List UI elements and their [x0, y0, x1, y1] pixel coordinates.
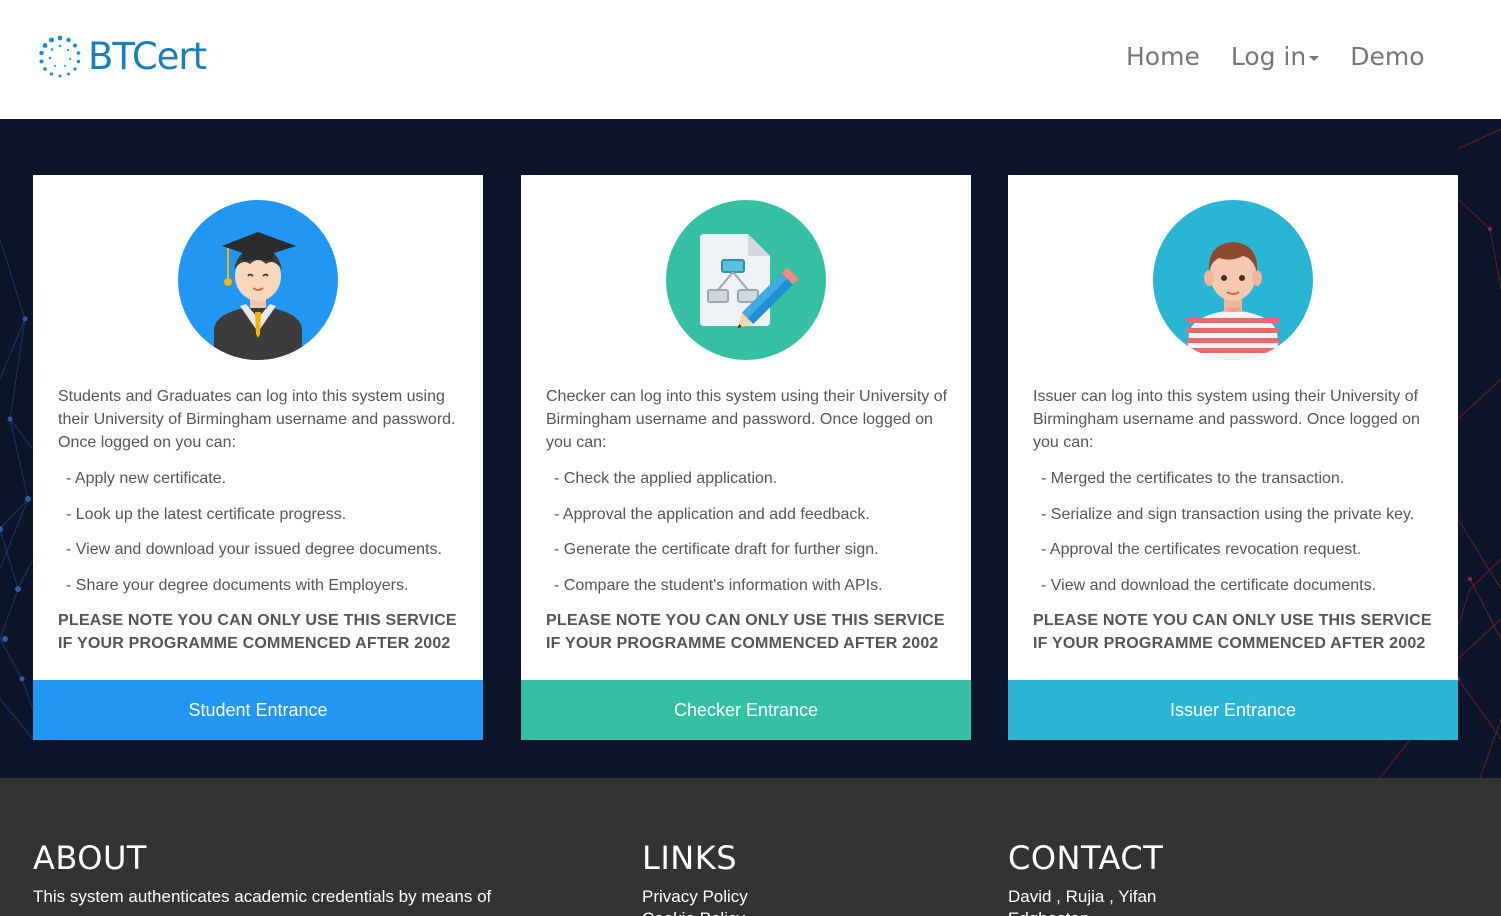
footer-about-title: ABOUT — [33, 839, 147, 877]
privacy-policy-link[interactable]: Privacy Policy — [642, 886, 942, 908]
list-item: - View and download your issued degree d… — [66, 541, 442, 558]
list-item: - Serialize and sign transaction using t… — [1041, 505, 1415, 523]
nav-demo-link[interactable]: Demo — [1350, 40, 1424, 74]
list-item: - Apply new certificate. — [66, 470, 227, 487]
document-edit-icon — [700, 234, 799, 329]
footer-contact-extra: Edgbaston — [1008, 908, 1408, 916]
list-item: - Look up the latest certificate progres… — [66, 505, 347, 523]
footer-about: ABOUT This system authenticates academic… — [33, 838, 493, 908]
issuer-avatar — [1153, 200, 1313, 360]
footer-contact: CONTACT David , Rujia , Yifan Edgbaston — [1008, 838, 1408, 916]
dotted-ring-logo-icon — [39, 35, 81, 78]
list-item: - Approval the certificates revocation r… — [1041, 541, 1362, 558]
service-note: PLEASE NOTE YOU CAN ONLY USE THIS SERVIC… — [546, 612, 945, 652]
list-item: - Generate the certificate draft for fur… — [554, 541, 879, 558]
issuer-card: Issuer can log into this system using th… — [1008, 175, 1458, 740]
issuer-entrance-button[interactable]: Issuer Entrance — [1008, 680, 1458, 740]
feature-list: - Merged the certificates to the transac… — [1041, 467, 1451, 609]
nav-login-dropdown[interactable]: Log in — [1230, 40, 1320, 74]
card-description: Students and Graduates can log into this… — [58, 388, 456, 451]
feature-list: - Apply new certificate. - Look up the l… — [66, 467, 476, 609]
footer-contact-title: CONTACT — [1008, 839, 1164, 877]
graduate-avatar — [178, 200, 338, 360]
list-item: - Share your degree documents with Emplo… — [66, 576, 409, 594]
list-item: - View and download the certificate docu… — [1041, 576, 1377, 594]
student-card: Students and Graduates can log into this… — [33, 175, 483, 740]
person-icon — [1187, 242, 1279, 360]
checker-card: Checker can log into this system using t… — [521, 175, 971, 740]
graduate-icon — [214, 232, 302, 360]
chevron-down-icon — [1309, 56, 1320, 61]
footer-contact-names: David , Rujia , Yifan — [1008, 887, 1157, 906]
service-note: PLEASE NOTE YOU CAN ONLY USE THIS SERVIC… — [58, 612, 457, 652]
cookie-policy-link[interactable]: Cookie Policy — [642, 908, 942, 916]
feature-list: - Check the applied application. - Appro… — [554, 467, 964, 609]
footer-links-title: LINKS — [642, 839, 737, 877]
list-item: - Compare the student's information with… — [554, 576, 883, 594]
main-nav: Home Log in Demo — [1126, 40, 1425, 74]
student-entrance-button[interactable]: Student Entrance — [33, 680, 483, 740]
list-item: - Check the applied application. — [554, 470, 778, 487]
service-note: PLEASE NOTE YOU CAN ONLY USE THIS SERVIC… — [1033, 612, 1432, 652]
list-item: - Approval the application and add feedb… — [554, 505, 870, 523]
nav-home-link[interactable]: Home — [1126, 40, 1200, 74]
brand-logo[interactable]: BTCert — [37, 34, 207, 80]
card-description: Checker can log into this system using t… — [546, 388, 948, 451]
list-item: - Merged the certificates to the transac… — [1041, 470, 1345, 487]
footer-links: LINKS Privacy Policy Cookie Policy — [642, 838, 942, 916]
card-description: Issuer can log into this system using th… — [1033, 388, 1420, 451]
top-navbar: BTCert Home Log in Demo — [0, 0, 1501, 119]
nav-login-label: Log in — [1230, 42, 1307, 71]
checker-entrance-button[interactable]: Checker Entrance — [521, 680, 971, 740]
checker-avatar — [666, 200, 826, 360]
page-footer: ABOUT This system authenticates academic… — [0, 778, 1501, 916]
brand-name: BTCert — [88, 35, 207, 78]
footer-about-text: This system authenticates academic crede… — [33, 887, 492, 906]
